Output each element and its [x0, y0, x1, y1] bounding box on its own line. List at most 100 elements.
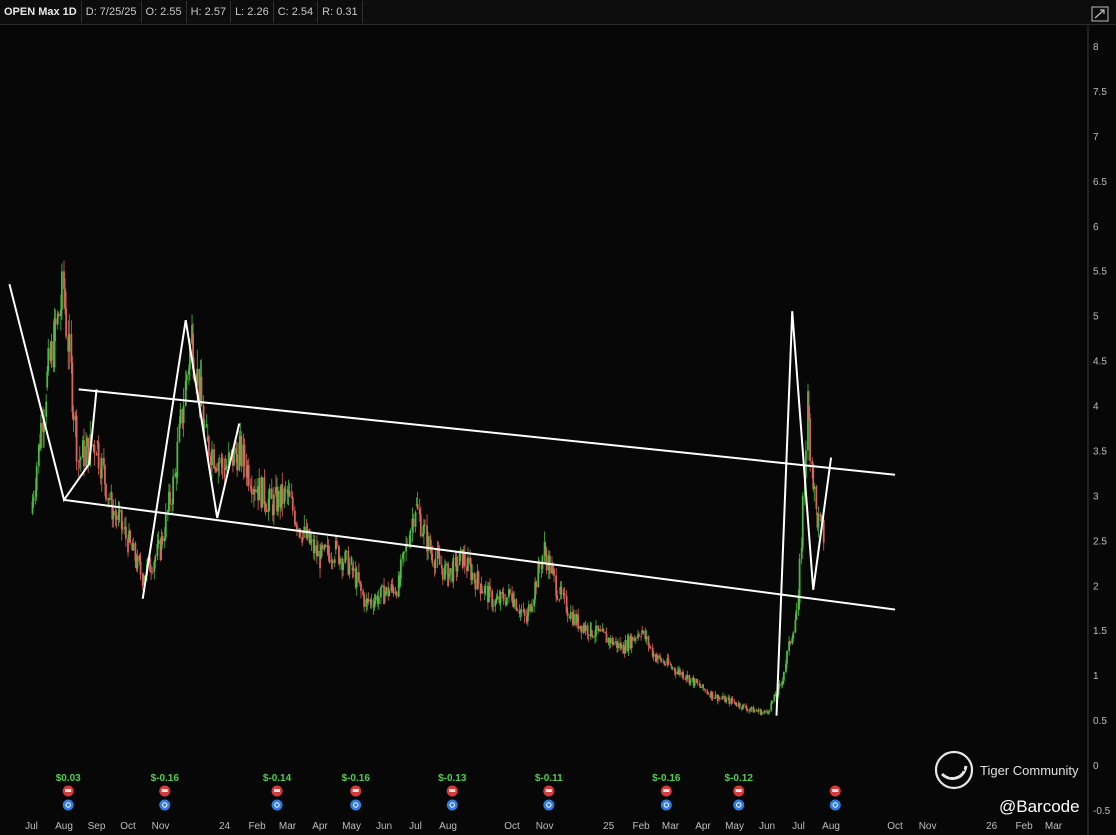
candle-body	[484, 586, 487, 587]
event-info-icon[interactable]	[271, 799, 283, 811]
channel-trendline[interactable]	[63, 498, 896, 611]
candle-body	[179, 409, 182, 424]
candle-body	[309, 541, 312, 544]
candle-body	[270, 488, 273, 500]
candle-body	[117, 512, 120, 520]
earnings-badge-glyph	[663, 789, 670, 792]
event-info-icon[interactable]	[660, 799, 672, 811]
event-info-icon[interactable]	[543, 799, 555, 811]
y-tick-label: 2	[1093, 581, 1099, 592]
candle-body	[221, 457, 224, 468]
candle-body	[321, 545, 324, 550]
earnings-eps-label: $-0.13	[438, 773, 467, 784]
candle-body	[807, 391, 809, 451]
candle-body	[174, 473, 177, 477]
candle-body	[718, 698, 721, 700]
candle-body	[339, 558, 341, 564]
candle-body	[288, 491, 291, 497]
event-info-icon[interactable]	[829, 799, 841, 811]
event-info-icon[interactable]	[62, 799, 74, 811]
candle-body	[473, 572, 476, 580]
candle-body	[161, 536, 164, 542]
candle-body	[713, 697, 716, 699]
x-tick-label: Feb	[1016, 821, 1034, 832]
x-tick-label: Jul	[792, 821, 805, 832]
candle-body	[704, 689, 707, 691]
candle-body	[120, 509, 123, 529]
y-tick-label: 2.5	[1093, 536, 1107, 547]
candle-body	[698, 683, 701, 687]
candle-body	[327, 545, 330, 554]
candle-body	[499, 591, 502, 604]
candle-body	[743, 704, 745, 706]
candle-body	[40, 422, 42, 449]
candle-body	[449, 568, 452, 575]
candle-body	[659, 655, 661, 659]
candle-body	[627, 635, 630, 651]
header-bar: OPEN Max 1D D: 7/25/25 O: 2.55 H: 2.57 L…	[0, 0, 1116, 25]
candle-body	[437, 549, 440, 556]
candle-body	[735, 704, 738, 706]
candle-body	[185, 374, 188, 381]
zigzag-drawing[interactable]	[8, 283, 98, 503]
candle-body	[265, 509, 268, 513]
x-tick-label: 25	[603, 821, 615, 832]
candle-body	[489, 586, 491, 591]
candle-body	[707, 693, 710, 695]
earnings-badge-glyph	[352, 789, 359, 792]
earnings-badge-glyph	[161, 789, 168, 792]
candle-body	[156, 544, 159, 557]
y-tick-label: 7.5	[1093, 87, 1107, 98]
candle-body	[217, 462, 220, 472]
low-value: L: 2.26	[231, 1, 274, 23]
candle-body	[157, 540, 160, 545]
tiger-logo-icon	[934, 750, 974, 790]
candle-body	[409, 530, 412, 545]
candle-body	[483, 586, 486, 594]
event-info-icon[interactable]	[159, 799, 171, 811]
candle-body	[203, 425, 206, 428]
candle-body	[642, 630, 645, 633]
price-chart[interactable]: $0.03 $-0.16 $-0.14 $-0.16 $-0.13 $-0.11 $-0.1…	[0, 0, 1116, 835]
candle-body	[563, 593, 566, 596]
candle-body	[224, 468, 227, 469]
y-tick-label: 5	[1093, 312, 1099, 323]
event-info-icon[interactable]	[446, 799, 458, 811]
candle-body	[79, 457, 82, 460]
candle-body	[225, 464, 228, 469]
candle-body	[516, 610, 519, 612]
candle-body	[35, 466, 38, 491]
event-info-icon[interactable]	[350, 799, 362, 811]
candle-body	[154, 556, 157, 563]
candle-body	[523, 609, 526, 616]
candle-body	[812, 464, 815, 490]
price-axis[interactable]: 8 7.5 7 6.5 6 5.5 5 4.5 4 3.5 3 2.5 2 1.5 1 0.5 0 -0.5	[1087, 24, 1111, 835]
time-axis[interactable]: Jul Aug Sep Oct Nov 24 Feb Mar Apr May Jun Jul Aug Oc…	[25, 821, 1063, 832]
candle-body	[61, 271, 63, 311]
candle-body	[118, 509, 121, 513]
candle-body	[467, 557, 469, 571]
candle-body	[178, 423, 181, 442]
candle-body	[344, 551, 347, 563]
candle-body	[398, 578, 401, 586]
symbol-label[interactable]: OPEN Max 1D	[0, 1, 82, 23]
author-handle: @Barcode	[999, 797, 1080, 816]
candle-body	[782, 671, 785, 681]
earnings-eps-label: $-0.16	[151, 773, 180, 784]
zigzag-drawing[interactable]	[775, 311, 833, 716]
axis-settings-icon[interactable]	[1091, 6, 1109, 22]
earnings-eps-label: $-0.16	[652, 773, 681, 784]
candle-body	[604, 631, 607, 634]
candle-body	[374, 595, 377, 601]
candle-body	[766, 710, 768, 714]
candle-body	[471, 572, 474, 581]
candle-body	[474, 579, 477, 590]
candle-body	[664, 664, 667, 665]
candle-body	[171, 504, 173, 505]
candle-body	[97, 443, 100, 469]
channel-trendline[interactable]	[78, 388, 896, 476]
candle-body	[380, 587, 382, 598]
y-tick-label: 4.5	[1093, 357, 1107, 368]
candle-body	[695, 678, 698, 683]
event-info-icon[interactable]	[733, 799, 745, 811]
